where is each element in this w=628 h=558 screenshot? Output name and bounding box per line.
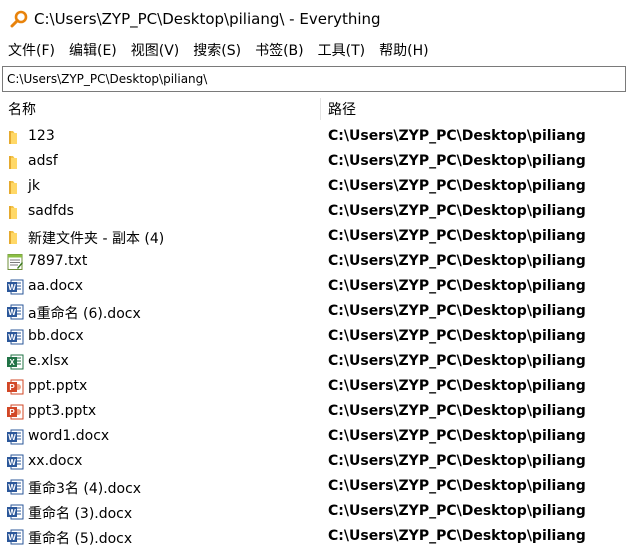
file-row[interactable]: Wbb.docx C:\Users\ZYP_PC\Desktop\piliang (0, 325, 628, 350)
powerpoint-file-icon: P (6, 378, 24, 396)
svg-text:X: X (9, 358, 15, 367)
word-file-icon: W (6, 428, 24, 446)
folder-icon (6, 228, 24, 246)
file-name: 重命名 (3).docx (28, 506, 133, 522)
svg-text:W: W (8, 333, 16, 342)
file-name: sadfds (28, 203, 74, 219)
file-row[interactable]: sadfds C:\Users\ZYP_PC\Desktop\piliang (0, 200, 628, 225)
word-file-icon: W (6, 328, 24, 346)
menu-bar: 文件(F) 编辑(E) 视图(V) 搜索(S) 书签(B) 工具(T) 帮助(H… (0, 38, 628, 62)
word-file-icon: W (6, 528, 24, 546)
file-name: bb.docx (28, 328, 84, 344)
file-row[interactable]: jk C:\Users\ZYP_PC\Desktop\piliang (0, 175, 628, 200)
word-file-icon: W (6, 478, 24, 496)
folder-icon (6, 128, 24, 146)
word-file-icon: W (6, 278, 24, 296)
column-header: 名称 路径 (0, 96, 628, 122)
file-name: 7897.txt (28, 253, 88, 269)
file-path: C:\Users\ZYP_PC\Desktop\piliang (328, 278, 586, 294)
file-row[interactable]: 123 C:\Users\ZYP_PC\Desktop\piliang (0, 125, 628, 150)
svg-text:W: W (8, 508, 16, 517)
file-path: C:\Users\ZYP_PC\Desktop\piliang (328, 528, 586, 544)
file-row[interactable]: W 重命3名 (4).docx C:\Users\ZYP_PC\Desktop\pi… (0, 475, 628, 500)
column-divider[interactable] (320, 98, 321, 120)
file-path: C:\Users\ZYP_PC\Desktop\piliang (328, 253, 586, 269)
file-row[interactable]: W 重命名 (3).docx C:\Users\ZYP_PC\Desktop\pil… (0, 500, 628, 525)
powerpoint-file-icon: P (6, 403, 24, 421)
file-name: ppt3.pptx (28, 403, 97, 419)
file-path: C:\Users\ZYP_PC\Desktop\piliang (328, 153, 586, 169)
file-row[interactable]: Pppt.pptx C:\Users\ZYP_PC\Desktop\piliang (0, 375, 628, 400)
file-name: xx.docx (28, 453, 83, 469)
file-name: 123 (28, 128, 55, 144)
everything-window: C:\Users\ZYP_PC\Desktop\piliang\ - Every… (0, 0, 628, 558)
file-name: aa.docx (28, 278, 84, 294)
search-input[interactable] (3, 72, 617, 86)
file-path: C:\Users\ZYP_PC\Desktop\piliang (328, 428, 586, 444)
svg-text:W: W (8, 433, 16, 442)
svg-text:W: W (8, 283, 16, 292)
file-path: C:\Users\ZYP_PC\Desktop\piliang (328, 228, 586, 244)
svg-text:W: W (8, 483, 16, 492)
file-row[interactable]: adsf C:\Users\ZYP_PC\Desktop\piliang (0, 150, 628, 175)
file-path: C:\Users\ZYP_PC\Desktop\piliang (328, 328, 586, 344)
word-file-icon: W (6, 303, 24, 321)
file-path: C:\Users\ZYP_PC\Desktop\piliang (328, 503, 586, 519)
folder-icon (6, 178, 24, 196)
menu-file[interactable]: 文件(F) (0, 40, 55, 60)
word-file-icon: W (6, 453, 24, 471)
magnifier-icon (10, 10, 28, 28)
file-name: 重命名 (5).docx (28, 531, 133, 547)
file-path: C:\Users\ZYP_PC\Desktop\piliang (328, 178, 586, 194)
title-bar: C:\Users\ZYP_PC\Desktop\piliang\ - Every… (0, 0, 628, 38)
svg-text:W: W (8, 458, 16, 467)
file-list: 123 C:\Users\ZYP_PC\Desktop\piliang adsf C:… (0, 125, 628, 550)
svg-text:W: W (8, 308, 16, 317)
menu-view[interactable]: 视图(V) (123, 40, 180, 60)
folder-icon (6, 153, 24, 171)
svg-text:P: P (9, 383, 15, 392)
file-name: 重命3名 (4).docx (28, 481, 142, 497)
file-row[interactable]: Waa.docx C:\Users\ZYP_PC\Desktop\piliang (0, 275, 628, 300)
file-name: 新建文件夹 - 副本 (4) (28, 231, 165, 247)
file-name: adsf (28, 153, 58, 169)
file-row[interactable]: Pppt3.pptx C:\Users\ZYP_PC\Desktop\pilian… (0, 400, 628, 425)
menu-bookmarks[interactable]: 书签(B) (247, 40, 304, 60)
file-row[interactable]: Wxx.docx C:\Users\ZYP_PC\Desktop\piliang (0, 450, 628, 475)
file-row[interactable]: 7897.txt C:\Users\ZYP_PC\Desktop\piliang (0, 250, 628, 275)
file-row[interactable]: Wword1.docx C:\Users\ZYP_PC\Desktop\pilia… (0, 425, 628, 450)
file-name: jk (28, 178, 40, 194)
column-header-path[interactable]: 路径 (328, 99, 356, 119)
folder-icon (6, 203, 24, 221)
search-bar (2, 66, 626, 92)
file-path: C:\Users\ZYP_PC\Desktop\piliang (328, 453, 586, 469)
file-path: C:\Users\ZYP_PC\Desktop\piliang (328, 353, 586, 369)
menu-edit[interactable]: 编辑(E) (61, 40, 117, 60)
excel-file-icon: X (6, 353, 24, 371)
menu-search[interactable]: 搜索(S) (185, 40, 241, 60)
file-name: e.xlsx (28, 353, 69, 369)
file-path: C:\Users\ZYP_PC\Desktop\piliang (328, 478, 586, 494)
menu-tools[interactable]: 工具(T) (310, 40, 365, 60)
file-path: C:\Users\ZYP_PC\Desktop\piliang (328, 378, 586, 394)
file-name: word1.docx (28, 428, 110, 444)
menu-help[interactable]: 帮助(H) (371, 40, 428, 60)
window-title: C:\Users\ZYP_PC\Desktop\piliang\ - Every… (34, 10, 381, 28)
file-path: C:\Users\ZYP_PC\Desktop\piliang (328, 203, 586, 219)
text-file-icon (6, 253, 24, 271)
svg-text:P: P (9, 408, 15, 417)
file-row[interactable]: Wa重命名 (6).docx C:\Users\ZYP_PC\Desktop\pi… (0, 300, 628, 325)
file-row[interactable]: 新建文件夹 - 副本 (4) C:\Users\ZYP_PC\Desktop\pi… (0, 225, 628, 250)
file-path: C:\Users\ZYP_PC\Desktop\piliang (328, 303, 586, 319)
word-file-icon: W (6, 503, 24, 521)
file-row[interactable]: Xe.xlsx C:\Users\ZYP_PC\Desktop\piliang (0, 350, 628, 375)
file-name: a重命名 (6).docx (28, 306, 141, 322)
file-row[interactable]: W 重命名 (5).docx C:\Users\ZYP_PC\Desktop\pil… (0, 525, 628, 550)
file-path: C:\Users\ZYP_PC\Desktop\piliang (328, 403, 586, 419)
file-name: ppt.pptx (28, 378, 88, 394)
file-path: C:\Users\ZYP_PC\Desktop\piliang (328, 128, 586, 144)
svg-text:W: W (8, 533, 16, 542)
column-header-name[interactable]: 名称 (8, 99, 36, 119)
